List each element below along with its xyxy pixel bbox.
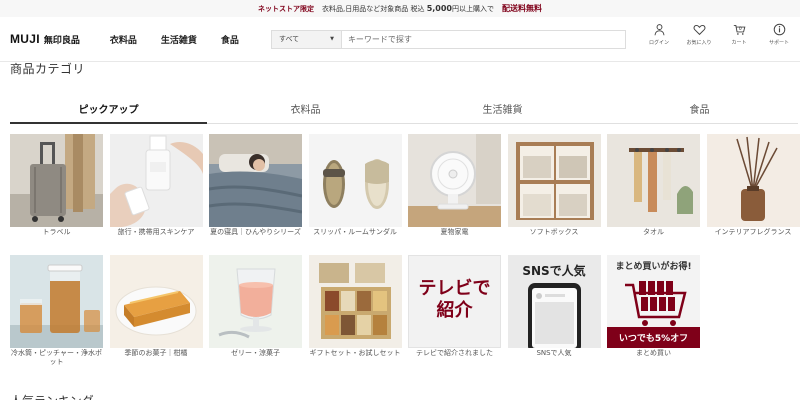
category-tile-skincare[interactable]: 旅行・携帯用スキンケア [109, 134, 203, 255]
chevron-down-icon: ▼ [330, 36, 334, 42]
tab-household[interactable]: 生活雑貨 [404, 102, 601, 123]
suitcase-image [10, 134, 103, 227]
bulk-banner-bottom: いつでも5%オフ [618, 334, 689, 344]
category-label: 夏の寝具｜ひんやりシリーズ [210, 228, 301, 236]
header-icons: ログイン お気に入り 0 カート サポート [644, 23, 794, 46]
promo-bar[interactable]: ネットストア限定 衣料品,日用品など対象商品 税込 5,000円以上購入で 配送… [0, 0, 800, 17]
tab-clothing[interactable]: 衣料品 [207, 102, 404, 123]
cart-badge: 0 [738, 26, 741, 32]
nav-item-food[interactable]: 食品 [221, 33, 239, 46]
category-label: トラベル [42, 228, 71, 236]
promo-text: 衣料品,日用品など対象商品 税込 5,000円以上購入で [321, 3, 494, 13]
citrus-cake-image [109, 255, 203, 348]
category-tile-bedding[interactable]: 夏の寝具｜ひんやりシリーズ [209, 134, 302, 255]
search-bar: すべて ▼ [270, 29, 626, 49]
category-label: 季節のお菓子｜柑橘 [124, 349, 188, 357]
category-tile-tv-featured[interactable]: テレビで紹介 テレビで紹介されました [408, 255, 501, 376]
category-tile-pitcher[interactable]: 冷水筒・ピッチャー・浄水ポット [10, 255, 103, 376]
logo-jp: 無印良品 [43, 35, 80, 46]
support-button[interactable]: サポート [764, 23, 794, 46]
category-tile-sns-popular[interactable]: SNSで人気 SNSで人気 [507, 255, 601, 376]
search-input[interactable] [341, 30, 625, 48]
heart-icon [693, 24, 705, 36]
search-scope-select[interactable]: すべて ▼ [271, 30, 342, 48]
slippers-image [308, 134, 402, 227]
category-label: SNSで人気 [536, 349, 572, 357]
category-tile-citrus-sweets[interactable]: 季節のお菓子｜柑橘 [109, 255, 203, 376]
category-grid: トラベル 旅行・携帯用スキンケア 夏の寝具｜ひんやりシリーズ スリッパ・ルームサ… [10, 134, 800, 376]
category-tile-appliances[interactable]: 夏物家電 [408, 134, 501, 255]
towel-image [607, 134, 700, 227]
cart-icon: 0 [733, 24, 745, 35]
tab-food[interactable]: 食品 [601, 102, 798, 123]
category-label: 冷水筒・ピッチャー・浄水ポット [11, 349, 102, 366]
global-nav: 衣料品 生活雑貨 食品 [110, 33, 239, 46]
tv-banner-text: テレビで紹介 [418, 278, 491, 321]
logo-en: MUJI [10, 32, 40, 46]
category-label: 旅行・携帯用スキンケア [117, 228, 195, 236]
tab-pickup[interactable]: ピックアップ [10, 102, 207, 124]
category-label: 夏物家電 [440, 228, 469, 236]
cart-button[interactable]: 0 カート [724, 23, 754, 46]
muji-logo[interactable]: MUJI 無印良品 [10, 32, 80, 46]
pitcher-image [10, 255, 103, 348]
category-label: スリッパ・ルームサンダル [313, 228, 397, 236]
bulk-buy-image: まとめ買いがお得! いつでも5%オフ [607, 255, 700, 348]
favorite-button[interactable]: お気に入り [684, 23, 714, 46]
info-icon [773, 23, 785, 36]
category-tile-towel[interactable]: タオル [607, 134, 700, 255]
category-label: インテリアフレグランス [714, 228, 792, 236]
tv-promo-image: テレビで紹介 [408, 255, 501, 348]
category-tile-slippers[interactable]: スリッパ・ルームサンダル [308, 134, 402, 255]
category-label: テレビで紹介されました [416, 349, 493, 357]
category-label: ゼリー・涼菓子 [231, 349, 280, 357]
category-tile-fragrance[interactable]: インテリアフレグランス [706, 134, 800, 255]
jelly-image [209, 255, 302, 348]
category-tile-bulk-buy[interactable]: まとめ買いがお得! いつでも5%オフ まとめ買い [607, 255, 700, 376]
category-label: ソフトボックス [529, 228, 579, 236]
bedding-image [209, 134, 302, 227]
softbox-shelf-image [507, 134, 601, 227]
nav-item-household[interactable]: 生活雑貨 [161, 33, 197, 46]
category-tile-gift-set[interactable]: ギフトセット・お試しセット [308, 255, 402, 376]
fan-image [408, 134, 501, 227]
category-tile-softbox[interactable]: ソフトボックス [507, 134, 601, 255]
login-icon [654, 24, 664, 36]
ranking-section-title: 人気ランキング [10, 392, 94, 400]
sns-banner-text: SNSで人気 [522, 264, 586, 278]
section-title: 商品カテゴリ [10, 62, 86, 76]
bulk-banner-top: まとめ買いがお得! [615, 262, 692, 272]
promo-highlight: 配送料無料 [502, 4, 542, 13]
category-label: ギフトセット・お試しセット [309, 349, 401, 357]
category-tile-jelly[interactable]: ゼリー・涼菓子 [209, 255, 302, 376]
login-button[interactable]: ログイン [644, 23, 674, 46]
category-label: まとめ買い [636, 349, 671, 357]
site-header: MUJI 無印良品 衣料品 生活雑貨 食品 すべて ▼ ログイン お気に入り 0… [0, 17, 800, 62]
category-label: タオル [643, 228, 664, 236]
category-tabs: ピックアップ 衣料品 生活雑貨 食品 [10, 102, 798, 124]
promo-tag: ネットストア限定 [257, 4, 314, 13]
nav-item-clothing[interactable]: 衣料品 [110, 33, 137, 46]
diffuser-image [706, 134, 800, 227]
skincare-bottle-image [109, 134, 203, 227]
sns-promo-image: SNSで人気 [507, 255, 601, 348]
gift-set-image [308, 255, 402, 348]
category-tile-travel[interactable]: トラベル [10, 134, 103, 255]
